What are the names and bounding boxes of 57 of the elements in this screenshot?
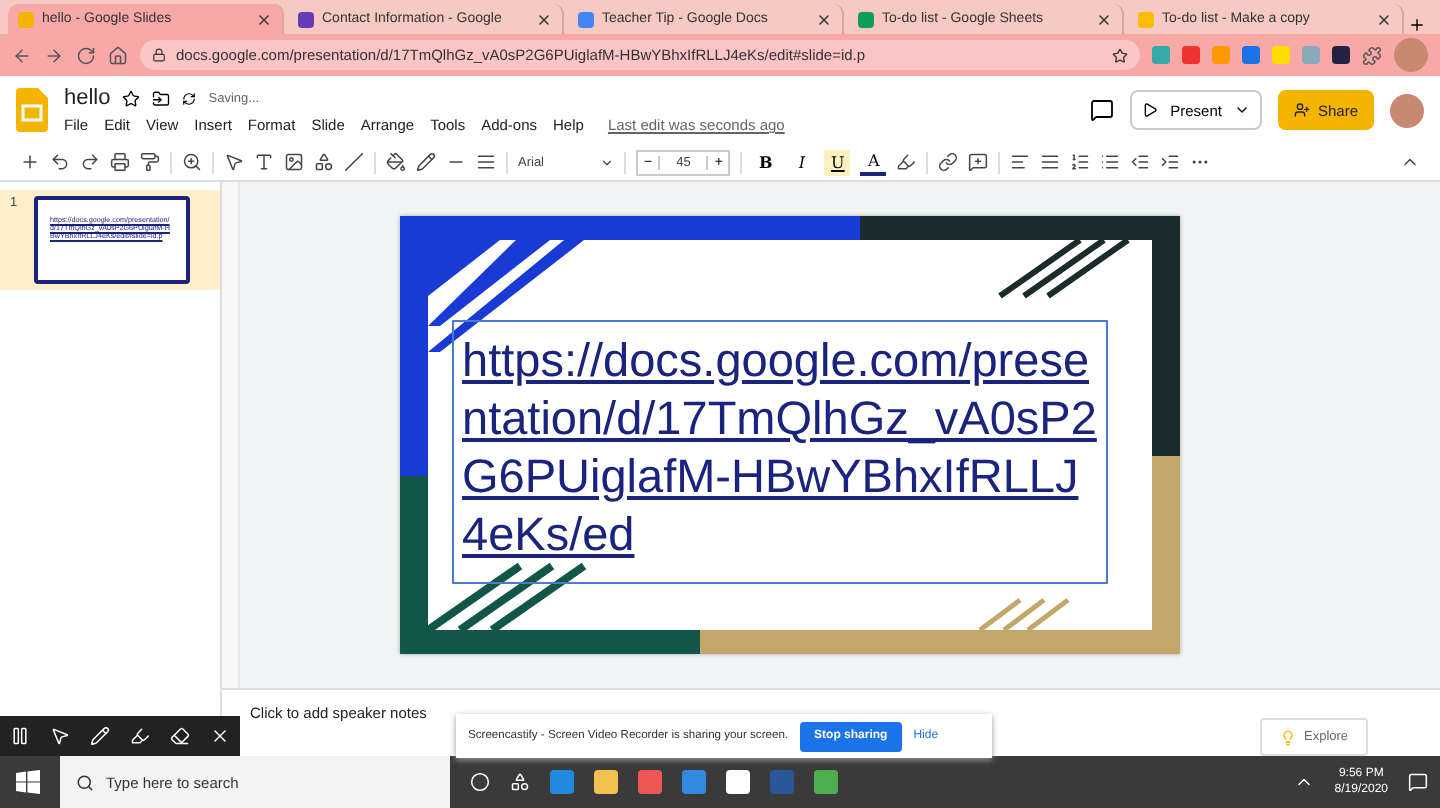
marker-icon[interactable]	[130, 726, 150, 746]
print-icon[interactable]	[110, 152, 130, 172]
indent-decrease-icon[interactable]	[1130, 152, 1151, 172]
notifications-icon[interactable]	[1408, 772, 1428, 792]
star-icon[interactable]	[1112, 47, 1128, 63]
lock-icon	[152, 48, 166, 62]
close-icon[interactable]	[210, 726, 230, 746]
highlight-icon[interactable]	[896, 152, 917, 172]
sync-icon	[182, 91, 197, 105]
close-icon[interactable]	[536, 11, 552, 27]
image-icon[interactable]	[284, 152, 304, 172]
close-icon[interactable]	[256, 11, 272, 27]
puzzle-icon[interactable]	[1362, 45, 1382, 65]
person-icon	[1293, 102, 1310, 118]
color-button[interactable]: A	[860, 149, 887, 175]
search-icon	[76, 773, 94, 791]
zoom-icon[interactable]	[182, 152, 202, 172]
text-box-icon[interactable]	[254, 152, 274, 172]
underline-button[interactable]: U	[824, 149, 851, 175]
lightbulb-icon	[1280, 729, 1296, 745]
paint-format-icon[interactable]	[140, 152, 160, 172]
play-icon	[1142, 102, 1159, 118]
indent-increase-icon[interactable]	[1160, 152, 1181, 172]
forward-icon[interactable]	[44, 45, 64, 65]
folder-icon[interactable]	[152, 89, 171, 107]
shape-icon[interactable]	[314, 152, 334, 172]
reload-icon[interactable]	[76, 45, 96, 65]
pointer-icon[interactable]	[224, 152, 244, 172]
add-comment-icon[interactable]	[968, 152, 989, 172]
pause-icon[interactable]	[10, 726, 30, 746]
redo-icon[interactable]	[80, 152, 100, 172]
italic-button[interactable]: I	[788, 149, 815, 175]
close-icon[interactable]	[1376, 11, 1392, 27]
new-slide-icon[interactable]	[20, 152, 40, 172]
caret-icon	[600, 155, 614, 169]
numbered-list-icon[interactable]	[1070, 152, 1091, 172]
back-icon[interactable]	[12, 45, 32, 65]
cortana-icon[interactable]	[470, 772, 490, 792]
bold-button[interactable]: B	[752, 149, 779, 175]
align-icon[interactable]	[1010, 152, 1031, 172]
star-icon[interactable]	[122, 89, 141, 107]
eraser-icon[interactable]	[170, 726, 190, 746]
home-icon[interactable]	[108, 45, 128, 65]
caret-icon	[1233, 102, 1250, 118]
link-icon[interactable]	[938, 152, 959, 172]
comment-icon[interactable]	[1090, 98, 1115, 122]
close-icon[interactable]	[816, 11, 832, 27]
windows-start-icon[interactable]	[16, 770, 40, 794]
new-tab-icon[interactable]	[1408, 16, 1426, 34]
line-icon[interactable]	[344, 152, 364, 172]
fill-icon[interactable]	[386, 152, 406, 172]
close-icon[interactable]	[1096, 11, 1112, 27]
document-title[interactable]: hello	[64, 86, 111, 110]
avatar-icon[interactable]	[1390, 93, 1424, 127]
bulleted-list-icon[interactable]	[1100, 152, 1121, 172]
pen-icon[interactable]	[416, 152, 436, 172]
undo-icon[interactable]	[50, 152, 70, 172]
